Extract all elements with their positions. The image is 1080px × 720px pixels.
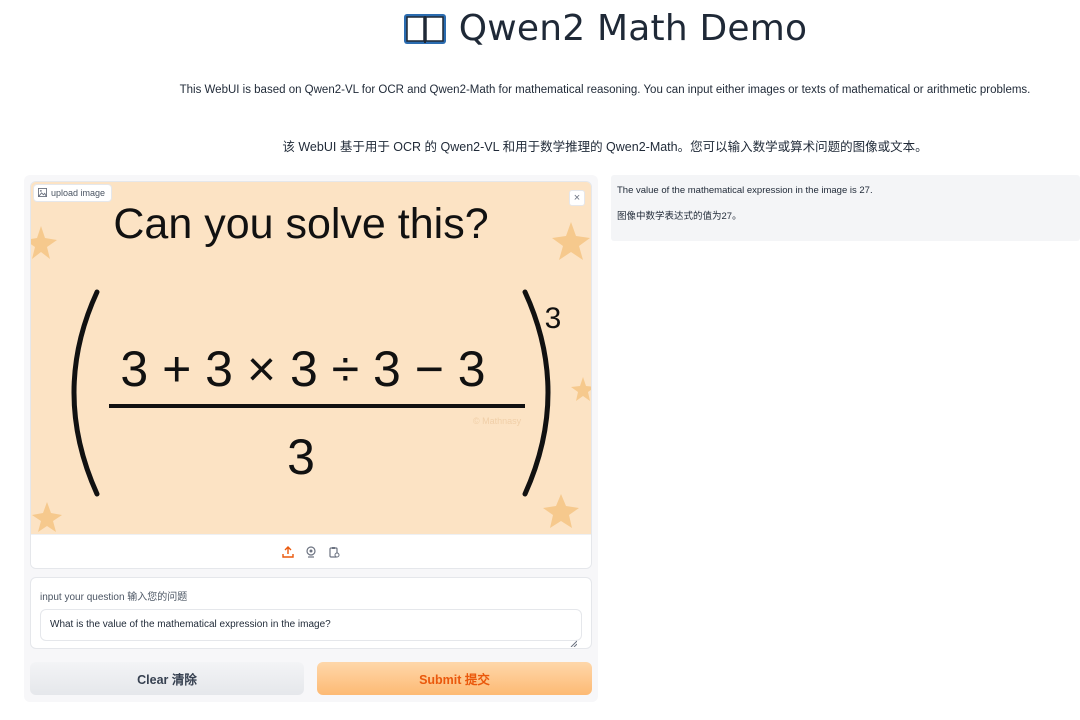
exponent: 3 — [545, 302, 562, 335]
clipboard-icon[interactable] — [327, 545, 341, 559]
output-english: The value of the mathematical expression… — [617, 185, 873, 196]
question-textarea[interactable]: What is the value of the mathematical ex… — [40, 609, 582, 641]
question-block: input your question 输入您的问题 What is the v… — [30, 577, 592, 649]
image-heading: Can you solve this? — [113, 200, 488, 248]
image-source-bar — [31, 534, 591, 568]
numerator: 3 + 3 × 3 ÷ 3 − 3 — [120, 341, 485, 397]
input-panel: upload image × Can you solve this? 3 3 +… — [24, 175, 598, 702]
webcam-icon[interactable] — [304, 545, 318, 559]
uploaded-image: Can you solve this? 3 3 + 3 × 3 ÷ 3 − 3 … — [31, 182, 591, 534]
resize-grip-icon[interactable] — [570, 634, 578, 648]
clear-button[interactable]: Clear 清除 — [30, 662, 304, 695]
page-title: Qwen2 Math Demo — [458, 8, 808, 49]
description-english: This WebUI is based on Qwen2-VL for OCR … — [179, 84, 1031, 96]
upload-image-label: upload image — [33, 184, 113, 202]
page-header: Qwen2 Math Demo — [0, 8, 1080, 49]
output-panel: The value of the mathematical expression… — [611, 175, 1080, 241]
image-icon — [38, 187, 47, 199]
upload-icon[interactable] — [281, 545, 295, 559]
denominator: 3 — [287, 429, 315, 485]
image-upload-block[interactable]: upload image × Can you solve this? 3 3 +… — [30, 181, 592, 569]
watermark: © Mathnasy — [473, 416, 522, 426]
question-label: input your question 输入您的问题 — [40, 592, 188, 603]
close-icon[interactable]: × — [569, 190, 585, 206]
submit-button[interactable]: Submit 提交 — [317, 662, 592, 695]
open-book-icon — [403, 12, 447, 46]
description-chinese: 该 WebUI 基于用于 OCR 的 Qwen2-VL 和用于数学推理的 Qwe… — [282, 140, 928, 154]
output-chinese: 图像中数学表达式的值为27。 — [617, 211, 742, 222]
